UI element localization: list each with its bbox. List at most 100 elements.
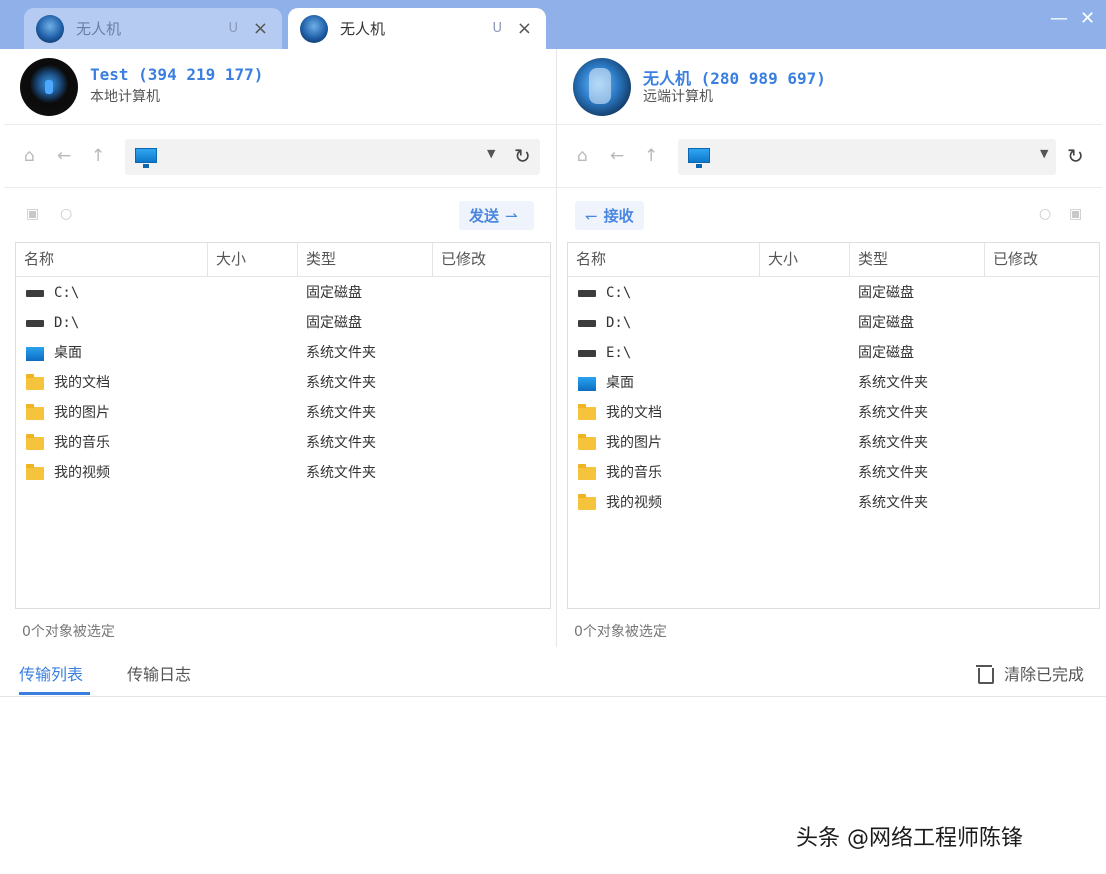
remote-status: 0个对象被选定 [574,624,667,640]
file-name: 我的文档 [54,375,110,391]
column-modified[interactable]: 已修改 [985,243,1101,277]
back-icon[interactable]: ← [610,146,624,166]
search-icon[interactable]: ○ [1039,206,1051,222]
file-name: E:\ [606,345,632,361]
local-status: 0个对象被选定 [22,624,115,640]
column-name[interactable]: 名称 [568,243,760,277]
trash-icon [976,664,994,684]
clear-completed-button[interactable]: 清除已完成 [976,661,1084,685]
file-row[interactable]: 我的文档 系统文件夹 [568,398,1099,428]
file-type: 固定磁盘 [858,315,914,331]
remote-file-list: 名称 大小 类型 已修改 C:\ 固定磁盘 D:\ 固定磁盘 E:\ 固定磁盘 桌面 系统文件… [567,242,1100,609]
file-name: C:\ [606,285,632,301]
desktop-folder-icon [578,377,596,391]
remote-nav: ⌂ ← ↑ ▼ ↻ [557,126,1102,188]
up-icon[interactable]: ↑ [644,146,658,166]
tab-avatar [36,14,64,43]
tab-session-2[interactable]: 无人机 U × [288,8,546,49]
file-type: 系统文件夹 [306,345,376,361]
tab-session-1[interactable]: 无人机 U × [24,8,282,49]
tab-title: 无人机 [76,20,122,38]
local-nav: ⌂ ← ↑ ▼ ↻ [4,126,556,188]
tab-avatar [300,14,328,43]
local-pane: Test (394 219 177) 本地计算机 ⌂ ← ↑ ▼ ↻ ▣ ○ 发… [4,49,557,647]
new-folder-icon[interactable]: ▣ [26,206,39,222]
file-type: 系统文件夹 [858,405,928,421]
local-file-list: 名称 大小 类型 已修改 C:\ 固定磁盘 D:\ 固定磁盘 桌面 系统文件夹 我的文档 系统… [15,242,551,609]
file-row[interactable]: 桌面 系统文件夹 [16,338,550,368]
file-row[interactable]: E:\ 固定磁盘 [568,338,1099,368]
local-actions: ▣ ○ 发送 ⇀ [4,189,556,241]
unread-badge: U [228,21,238,36]
receive-button[interactable]: ↽ 接收 [575,201,644,230]
file-row[interactable]: C:\ 固定磁盘 [16,278,550,308]
file-type: 系统文件夹 [306,405,376,421]
refresh-icon[interactable]: ↻ [514,144,531,168]
search-icon[interactable]: ○ [60,206,72,222]
refresh-icon[interactable]: ↻ [1067,144,1084,168]
file-row[interactable]: 桌面 系统文件夹 [568,368,1099,398]
close-tab-icon[interactable]: × [253,18,268,39]
file-row[interactable]: 我的音乐 系统文件夹 [16,428,550,458]
receive-arrow-icon: ↽ [585,206,598,225]
file-type: 固定磁盘 [306,315,362,331]
file-row[interactable]: 我的视频 系统文件夹 [16,458,550,488]
column-size[interactable]: 大小 [760,243,850,277]
drive-icon [26,320,44,327]
file-type: 固定磁盘 [306,285,362,301]
file-name: 我的视频 [606,495,662,511]
file-name: 我的视频 [54,465,110,481]
file-name: 我的图片 [54,405,110,421]
remote-actions: ↽ 接收 ○ ▣ [557,189,1102,241]
new-folder-icon[interactable]: ▣ [1069,206,1082,222]
up-icon[interactable]: ↑ [91,146,105,166]
folder-icon [578,464,596,480]
column-type[interactable]: 类型 [298,243,433,277]
column-name[interactable]: 名称 [16,243,208,277]
computer-icon [688,148,710,168]
file-row[interactable]: 我的文档 系统文件夹 [16,368,550,398]
watermark: 头条 @网络工程师陈锋 [796,826,1023,851]
dropdown-icon[interactable]: ▼ [487,147,495,160]
file-row[interactable]: 我的音乐 系统文件夹 [568,458,1099,488]
path-bar[interactable]: ▼ [125,139,540,175]
drive-icon [578,350,596,357]
tab-transfer-list[interactable]: 传输列表 [19,661,83,685]
remote-header: 无人机 (280 989 697) 远端计算机 [557,49,1102,125]
receive-label: 接收 [603,207,634,225]
file-name: D:\ [54,315,80,331]
tab-transfer-log[interactable]: 传输日志 [127,661,191,685]
column-size[interactable]: 大小 [208,243,298,277]
file-name: 我的音乐 [54,435,110,451]
back-icon[interactable]: ← [57,146,71,166]
file-name: 我的文档 [606,405,662,421]
minimize-icon[interactable]: — [1050,8,1068,29]
column-header: 名称 大小 类型 已修改 [568,243,1099,277]
local-peer-subtitle: 本地计算机 [90,89,160,105]
window-close-icon[interactable]: ✕ [1080,8,1095,29]
home-icon[interactable]: ⌂ [24,146,35,166]
file-row[interactable]: 我的图片 系统文件夹 [16,398,550,428]
drive-icon [578,320,596,327]
avatar [20,58,78,116]
file-name: 我的音乐 [606,465,662,481]
home-icon[interactable]: ⌂ [577,146,588,166]
file-row[interactable]: D:\ 固定磁盘 [16,308,550,338]
close-tab-icon[interactable]: × [517,18,532,39]
path-bar[interactable]: ▼ [678,139,1056,175]
file-row[interactable]: D:\ 固定磁盘 [568,308,1099,338]
file-type: 系统文件夹 [858,375,928,391]
column-type[interactable]: 类型 [850,243,985,277]
file-row[interactable]: 我的视频 系统文件夹 [568,488,1099,518]
file-type: 系统文件夹 [306,375,376,391]
send-label: 发送 [469,207,500,225]
file-row[interactable]: C:\ 固定磁盘 [568,278,1099,308]
file-type: 固定磁盘 [858,345,914,361]
drive-icon [26,290,44,297]
send-arrow-icon: ⇀ [505,206,518,225]
dropdown-icon[interactable]: ▼ [1040,147,1048,160]
file-row[interactable]: 我的图片 系统文件夹 [568,428,1099,458]
column-modified[interactable]: 已修改 [433,243,552,277]
send-button[interactable]: 发送 ⇀ [459,201,534,230]
remote-peer-subtitle: 远端计算机 [643,89,713,105]
